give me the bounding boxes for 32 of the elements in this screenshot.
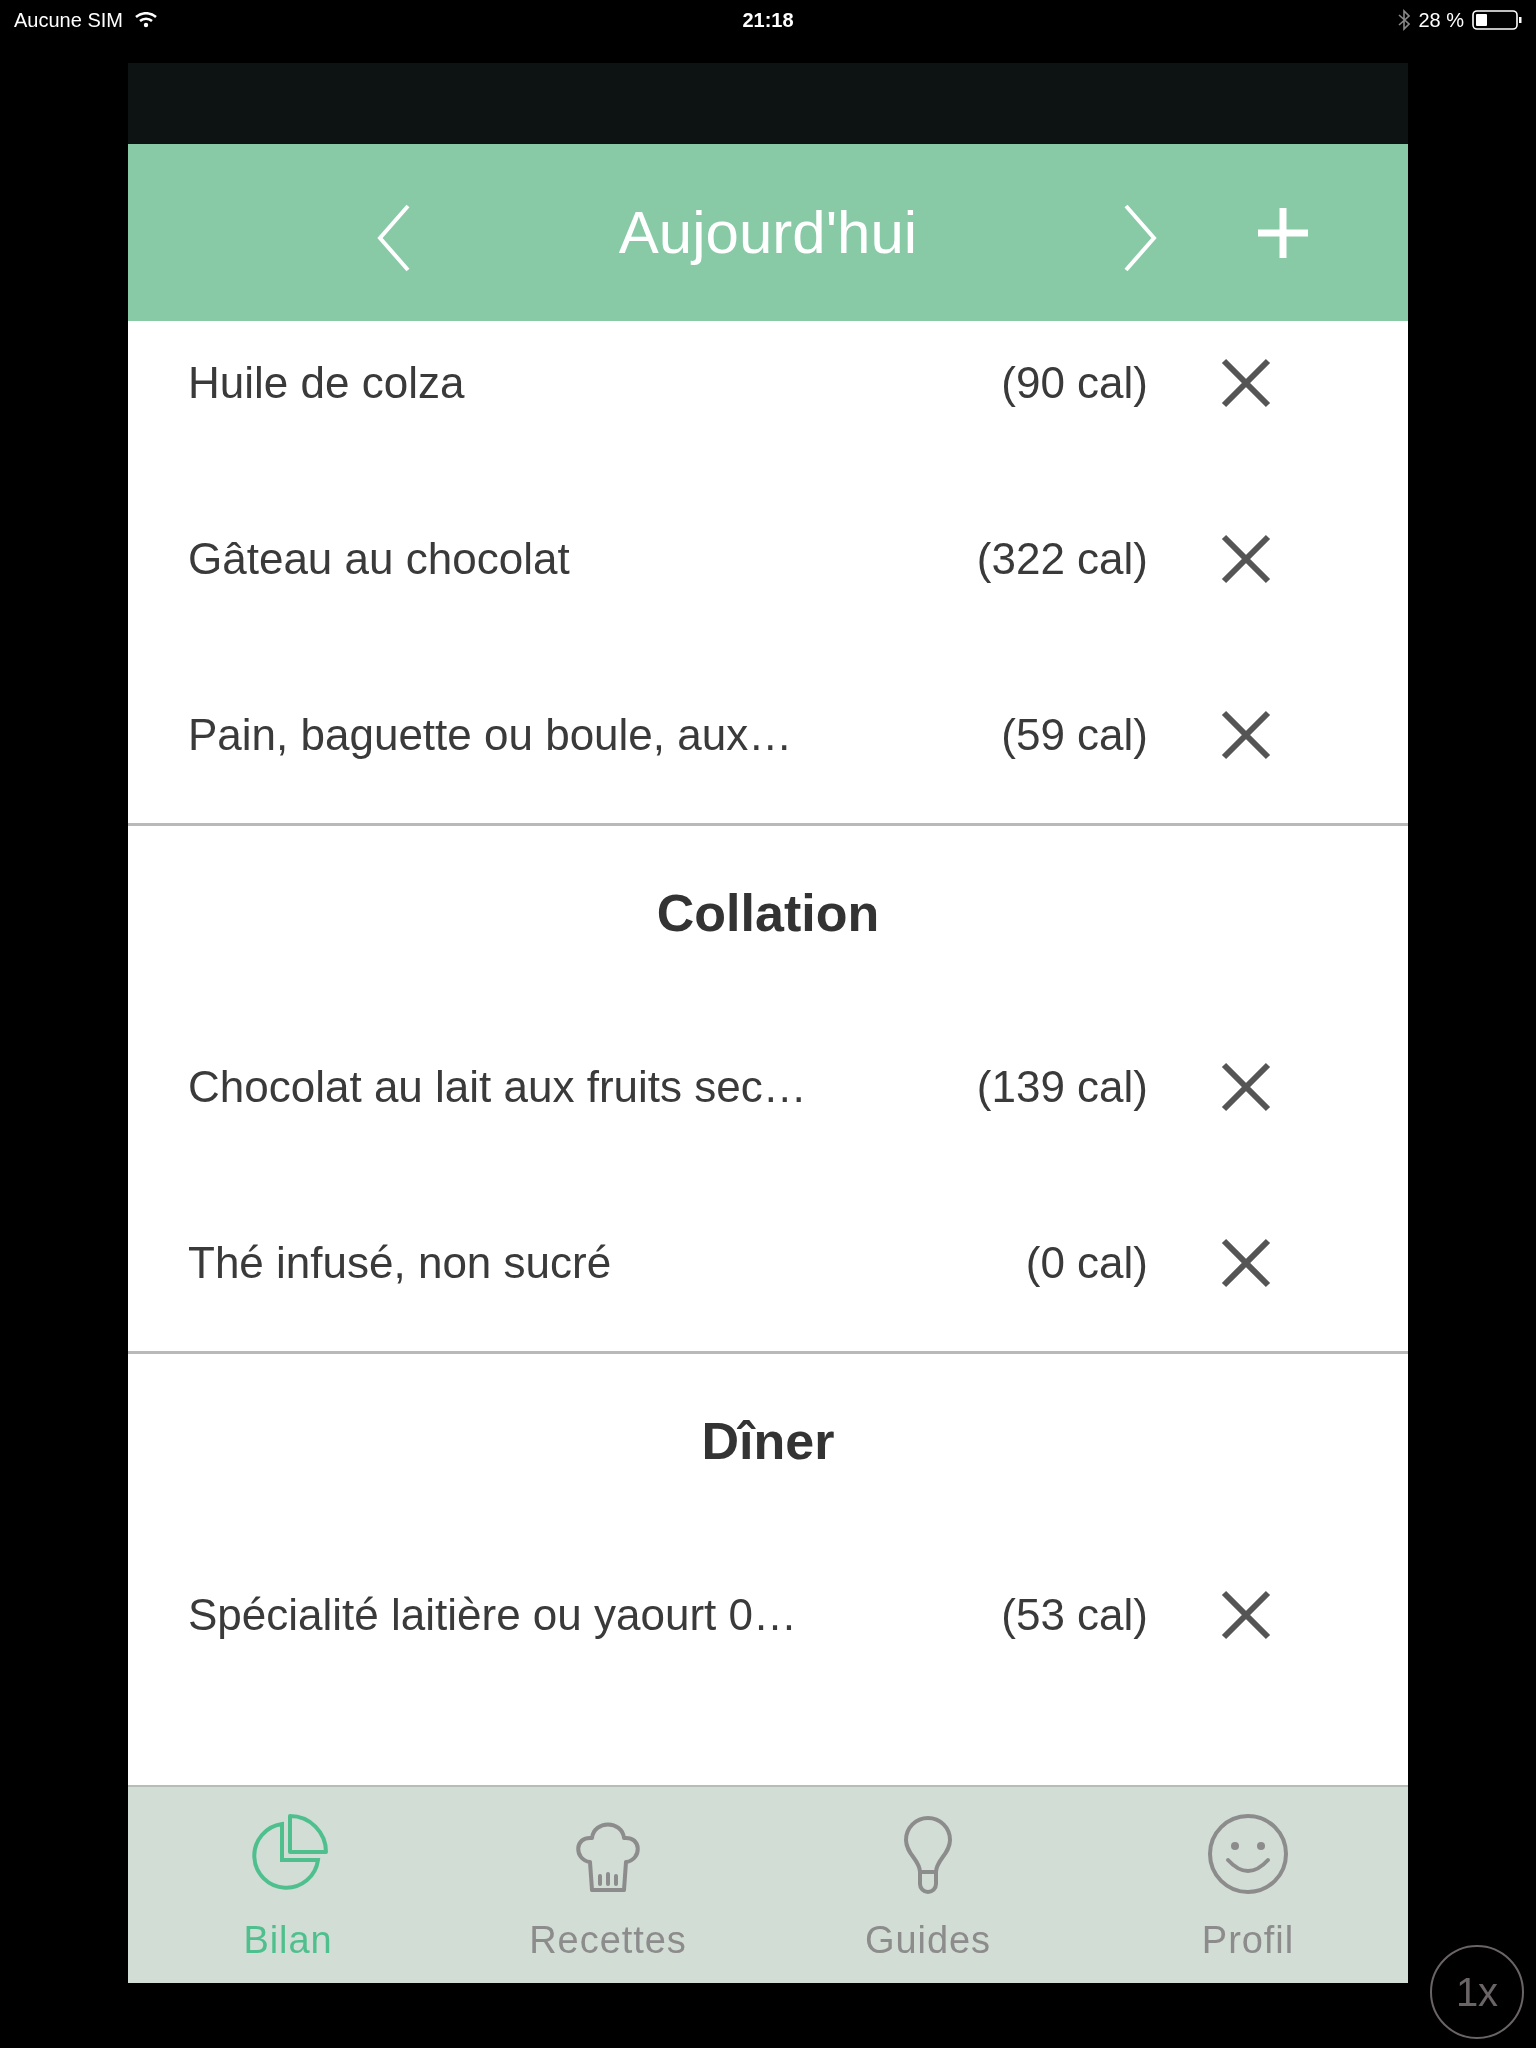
header-title: Aujourd'hui: [618, 197, 918, 268]
carrier-text: Aucune SIM: [14, 8, 123, 33]
close-icon: [1221, 358, 1271, 408]
battery-percent-text: 28 %: [1418, 8, 1464, 33]
zoom-button[interactable]: 1x: [1430, 1945, 1524, 2039]
wifi-icon: [134, 12, 157, 28]
section-title: Dîner: [701, 1410, 835, 1472]
calorie-count: (59 cal): [1000, 709, 1148, 761]
close-icon: [1221, 1238, 1271, 1288]
calorie-count: (0 cal): [1024, 1237, 1148, 1289]
tab[interactable]: Recettes: [448, 1787, 768, 1983]
tab[interactable]: Profil: [1088, 1787, 1408, 1983]
food-name: Gâteau au chocolat: [188, 533, 571, 585]
food-name: Huile de colza: [188, 357, 466, 409]
battery-icon: [1472, 9, 1522, 31]
close-icon: [1221, 1590, 1271, 1640]
calorie-count: (322 cal): [975, 533, 1148, 585]
bluetooth-icon: [1398, 9, 1411, 31]
food-name: Spécialité laitière ou yaourt 0…: [188, 1589, 798, 1641]
tab[interactable]: Bilan: [128, 1787, 448, 1983]
tab[interactable]: Guides: [768, 1787, 1088, 1983]
calorie-count: (139 cal): [975, 1061, 1148, 1113]
close-icon: [1221, 1062, 1271, 1112]
section-title: Collation: [656, 882, 880, 944]
close-icon: [1221, 710, 1271, 760]
clock-text: 21:18: [742, 8, 794, 33]
calorie-count: (53 cal): [1000, 1589, 1148, 1641]
food-name: Thé infusé, non sucré: [188, 1237, 613, 1289]
calorie-count: (90 cal): [1000, 357, 1148, 409]
close-icon: [1221, 534, 1271, 584]
food-name: Pain, baguette ou boule, aux…: [188, 709, 794, 761]
food-name: Chocolat au lait aux fruits sec…: [188, 1061, 808, 1113]
